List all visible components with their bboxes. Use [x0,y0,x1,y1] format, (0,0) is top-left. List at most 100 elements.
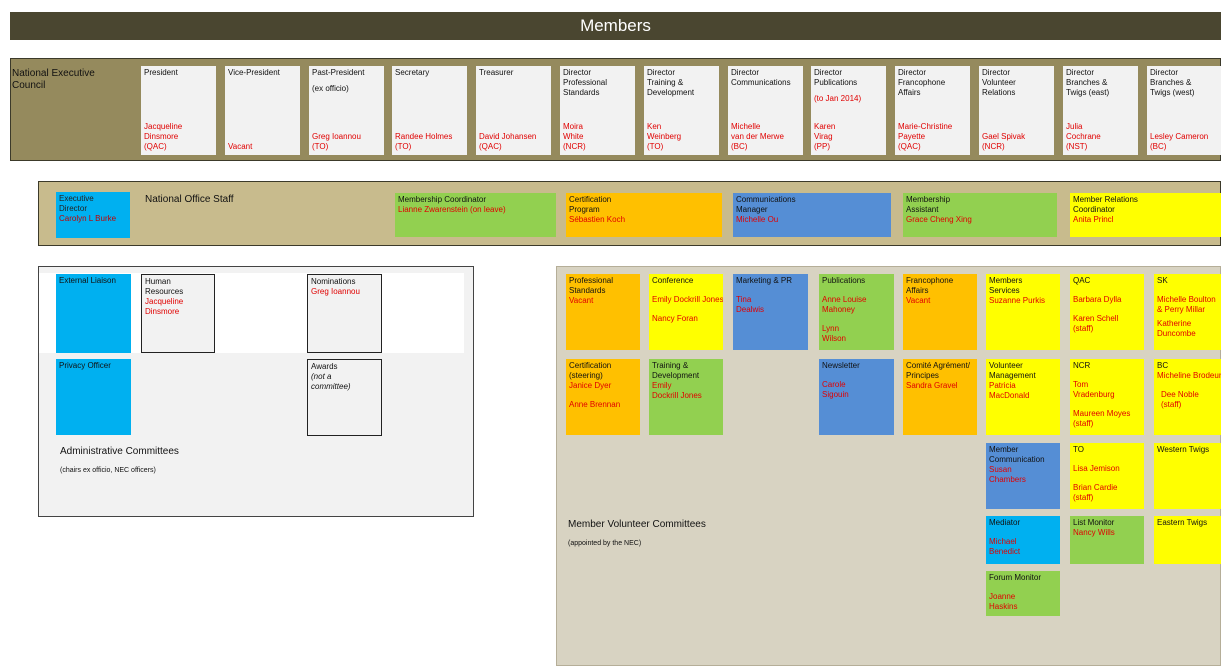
staff-box-title: Member Relations Coordinator [1073,195,1138,214]
mvc-box-name: Emily Dockrill Jones [652,381,702,400]
mvc-box-title: Professional Standards [569,276,614,295]
mvc-qac[interactable]: QAC Barbara Dylla Karen Schell (staff) [1070,274,1144,350]
staff-box-communications-manager[interactable]: Communications Manager Michelle Ou [733,193,891,237]
mvc-publications[interactable]: Publications Anne Louise Mahoney Lynn Wi… [819,274,894,350]
nec-card-title: Director Branches & Twigs (west) [1150,68,1195,97]
mvc-bc[interactable]: BC Micheline Brodeur Dee Noble (staff) [1154,359,1221,435]
mvc-box-name: Lisa Jemison [1073,464,1120,473]
mvc-eastern-twigs[interactable]: Eastern Twigs [1154,516,1221,564]
staff-box-membership-assistant[interactable]: Membership Assistant Grace Cheng Xing [903,193,1057,237]
nec-card[interactable]: Director Volunteer Relations Gael Spivak … [979,66,1054,155]
mvc-box-name: Sandra Gravel [906,381,958,390]
nec-card[interactable]: Vice-President Vacant [225,66,300,155]
nec-card-name: Michelle van der Merwe (BC) [731,122,784,151]
nec-card-title: Vice-President [228,68,280,77]
nominations-title: Nominations [311,277,356,286]
admin-sub: (chairs ex officio, NEC officers) [60,467,156,474]
awards-note: (not a committee) [311,372,351,391]
mvc-ncr[interactable]: NCR Tom Vradenburg Maureen Moyes (staff) [1070,359,1144,435]
nec-card-title: Past-President [312,68,365,77]
mvc-mediator[interactable]: Mediator Michael Benedict [986,516,1060,564]
nec-card[interactable]: Director Communications Michelle van der … [728,66,803,155]
nec-card-name: Greg Ioannou (TO) [312,132,361,151]
staff-box-name: Sébastien Koch [569,215,626,224]
mvc-box-name: Karen Schell (staff) [1073,314,1119,333]
mvc-box-name: Joanne Haskins [989,592,1018,611]
mvc-forum-monitor[interactable]: Forum Monitor Joanne Haskins [986,571,1060,616]
mvc-box-name: Carole Sigouin [822,380,849,399]
mvc-member-communication[interactable]: Member Communication Susan Chambers [986,443,1060,509]
mvc-box-name: Janice Dyer [569,381,612,390]
mvc-box-name: Michelle Boulton & Perry Millar [1157,295,1216,314]
mvc-box-title: Western Twigs [1157,445,1210,454]
mvc-box-name: Dee Noble (staff) [1161,390,1199,409]
nec-card[interactable]: Director Training & Development Ken Weinb… [644,66,719,155]
staff-box-title: Membership Coordinator [398,195,487,204]
mvc-box-title: Mediator [989,518,1021,527]
nominations-name: Greg Ioannou [311,287,360,296]
privacy-officer-label: Privacy Officer [59,361,111,370]
human-resources-name: Jacqueline Dinsmore [145,297,184,316]
mvc-professional-standards[interactable]: Professional Standards Vacant [566,274,640,350]
mvc-box-name: Nancy Foran [652,314,698,323]
mvc-certification-steering[interactable]: Certification (steering) Janice Dyer Ann… [566,359,640,435]
mvc-box-name: Brian Cardie (staff) [1073,483,1118,502]
mvc-marketing-pr[interactable]: Marketing & PR Tina Dealwis [733,274,808,350]
awards-title: Awards [311,362,338,371]
admin-label: Administrative Committees [60,446,179,457]
executive-director-box[interactable]: Executive Director Carolyn L Burke [56,192,130,238]
mvc-box-title: SK [1157,276,1168,285]
staff-box-title: Membership Assistant [906,195,951,214]
staff-box-membership-coordinator[interactable]: Membership Coordinator Lianne Zwarenstei… [395,193,556,237]
nec-card[interactable]: Director Branches & Twigs (west) Lesley C… [1147,66,1221,155]
nec-card[interactable]: Director Branches & Twigs (east) Julia Co… [1063,66,1138,155]
staff-label: National Office Staff [145,194,234,205]
mvc-list-monitor[interactable]: List Monitor Nancy Wills [1070,516,1144,564]
page-title-banner: Members [10,12,1221,40]
mvc-sk[interactable]: SK Michelle Boulton & Perry Millar Kathe… [1154,274,1221,350]
staff-box-name: Anita Princl [1073,215,1114,224]
nec-card[interactable]: Director Professional Standards Moira Whi… [560,66,635,155]
awards-box[interactable]: Awards (not a committee) [307,359,382,436]
nec-card-title: Director Training & Development [647,68,695,97]
nec-card-name: Jacqueline Dinsmore (QAC) [144,122,183,151]
mvc-comite-agrement[interactable]: Comité Agrément/ Principes Sandra Gravel [903,359,977,435]
nec-card[interactable]: Treasurer David Johansen (QAC) [476,66,551,155]
staff-box-title: Communications Manager [736,195,796,214]
staff-box-name: Lianne Zwarenstein (on leave) [398,205,506,214]
nec-card-name: Randee Holmes (TO) [395,132,453,151]
mvc-to[interactable]: TO Lisa Jemison Brian Cardie (staff) [1070,443,1144,509]
nec-card[interactable]: Past-President (ex officio) Greg Ioannou (… [309,66,384,155]
nec-card-title: President [144,68,178,77]
mvc-newsletter[interactable]: Newsletter Carole Sigouin [819,359,894,435]
mvc-box-name: Anne Louise Mahoney [822,295,867,314]
nec-card-title: Treasurer [479,68,514,77]
mvc-box-title: Conference [652,276,694,285]
privacy-officer-box[interactable]: Privacy Officer [56,359,131,435]
nec-card[interactable]: Director Publications (to Jan 2014) Karen … [811,66,886,155]
mvc-box-name: Micheline Brodeur [1157,371,1221,380]
mvc-training-development[interactable]: Training & Development Emily Dockrill Jon… [649,359,723,435]
human-resources-box[interactable]: Human Resources Jacqueline Dinsmore [141,274,215,353]
mvc-box-name: Maureen Moyes (staff) [1073,409,1131,428]
mvc-box-name: Vacant [906,296,931,305]
nec-card[interactable]: President Jacqueline Dinsmore (QAC) [141,66,216,155]
nec-card[interactable]: Director Francophone Affairs Marie-Christ… [895,66,970,155]
mvc-box-name: Michael Benedict [989,537,1021,556]
mvc-western-twigs[interactable]: Western Twigs [1154,443,1221,509]
mvc-conference[interactable]: Conference Emily Dockrill Jones Nancy Fo… [649,274,723,350]
staff-box-certification-program[interactable]: Certification Program Sébastien Koch [566,193,722,237]
mvc-box-name: Emily Dockrill Jones [652,295,723,304]
nec-card-title: Director Volunteer Relations [982,68,1016,97]
mvc-volunteer-management[interactable]: Volunteer Management Patricia MacDonald [986,359,1060,435]
mvc-members-services[interactable]: Members Services Suzanne Purkis [986,274,1060,350]
staff-box-member-relations-coordinator[interactable]: Member Relations Coordinator Anita Princ… [1070,193,1221,237]
nominations-box[interactable]: Nominations Greg Ioannou [307,274,382,353]
external-liaison-box[interactable]: External Liaison [56,274,131,353]
mvc-box-title: Francophone Affairs [906,276,954,295]
nec-card-name: Ken Weinberg (TO) [647,122,682,151]
mvc-box-name: Katherine Duncombe [1157,319,1196,338]
nec-card[interactable]: Secretary Randee Holmes (TO) [392,66,467,155]
mvc-francophone-affairs[interactable]: Francophone Affairs Vacant [903,274,977,350]
mvc-box-title: Certification (steering) [569,361,612,380]
